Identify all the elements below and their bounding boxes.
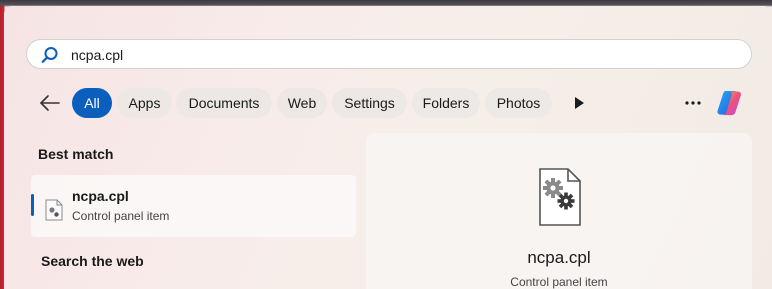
copilot-icon[interactable]	[716, 88, 748, 118]
filter-documents[interactable]: Documents	[176, 88, 272, 118]
play-icon[interactable]	[572, 96, 586, 110]
preview-pane: ncpa.cpl Control panel item	[366, 133, 752, 289]
filter-folders[interactable]: Folders	[412, 88, 480, 118]
back-arrow-icon[interactable]	[38, 92, 62, 114]
search-web-heading: Search the web	[41, 253, 144, 269]
best-match-heading: Best match	[38, 146, 114, 162]
filter-photos[interactable]: Photos	[485, 88, 552, 118]
search-icon	[41, 47, 58, 63]
result-title: ncpa.cpl	[72, 188, 129, 204]
preview-subtitle: Control panel item	[510, 275, 608, 289]
filter-settings[interactable]: Settings	[332, 88, 407, 118]
search-input[interactable]	[71, 45, 671, 64]
result-subtitle: Control panel item	[72, 209, 170, 223]
control-panel-file-icon	[45, 199, 63, 221]
filter-apps[interactable]: Apps	[117, 88, 172, 118]
best-match-result[interactable]: ncpa.cpl Control panel item	[31, 175, 356, 237]
search-box[interactable]	[26, 39, 752, 69]
more-options-icon[interactable]	[684, 100, 702, 106]
filter-web[interactable]: Web	[277, 88, 327, 118]
selection-indicator	[31, 194, 34, 216]
preview-title: ncpa.cpl	[527, 248, 591, 267]
control-panel-file-icon	[539, 168, 581, 226]
filter-all[interactable]: All	[72, 88, 112, 118]
